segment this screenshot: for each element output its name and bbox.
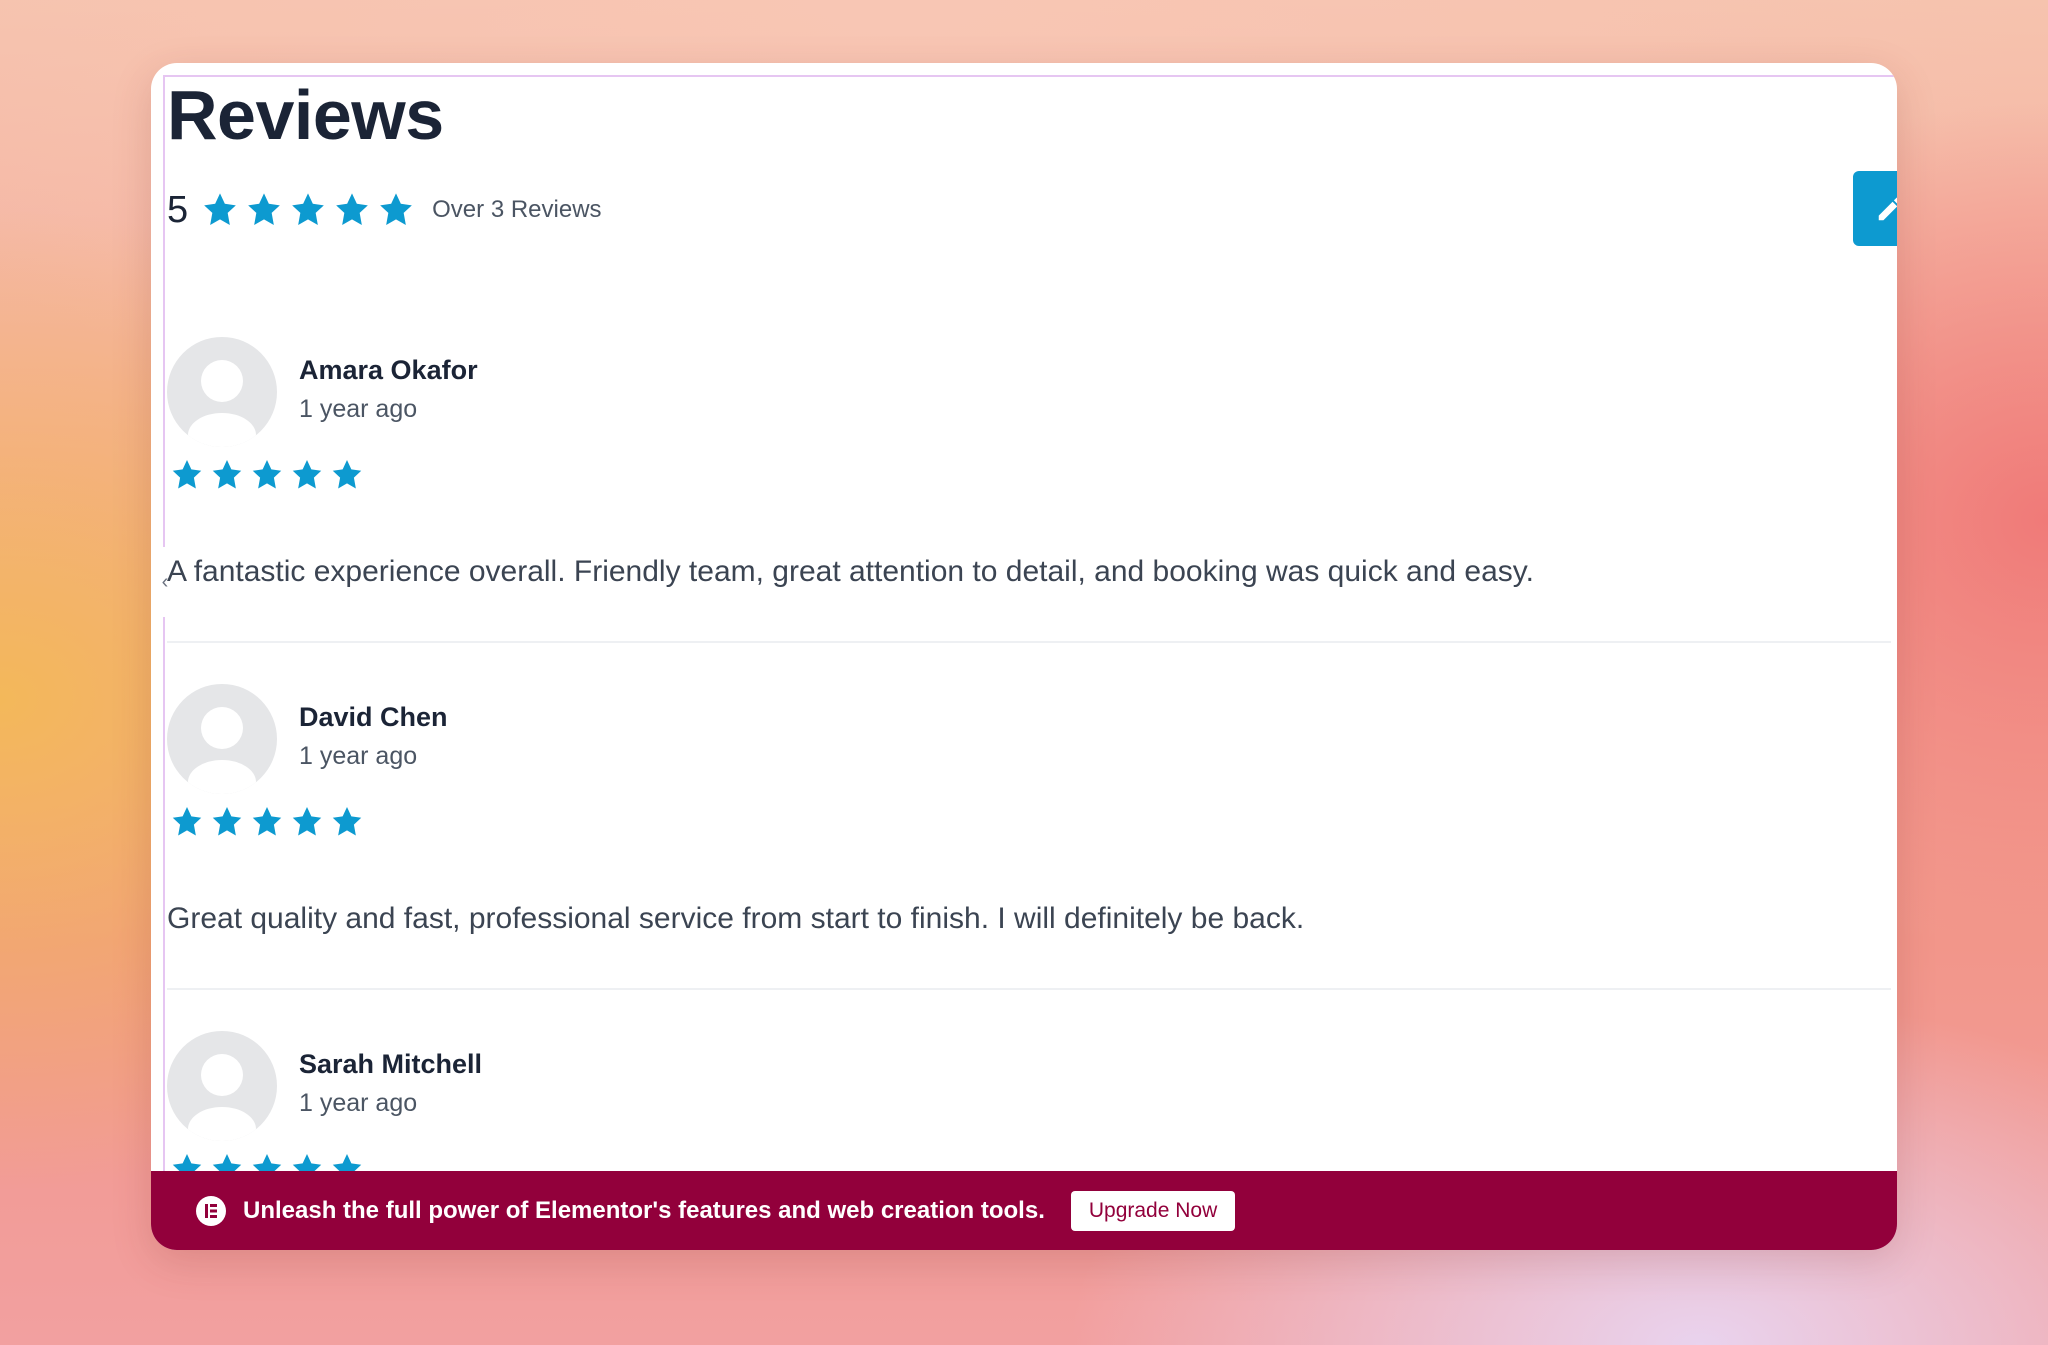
- star-icon: [248, 193, 280, 225]
- upgrade-now-button[interactable]: Upgrade Now: [1070, 1190, 1236, 1231]
- edit-button[interactable]: [1853, 171, 1897, 246]
- review-date: 1 year ago: [299, 395, 418, 423]
- editor-outline-left: [163, 75, 165, 1185]
- rating-summary: 5 Over 3 Reviews: [167, 175, 602, 245]
- average-stars: [200, 190, 416, 230]
- reviewer-name: Amara Okafor: [299, 355, 478, 385]
- star-icon: [172, 807, 202, 836]
- review-stars: [169, 457, 365, 493]
- upgrade-promo-bar: Unleash the full power of Elementor's fe…: [151, 1171, 1897, 1250]
- reviewer-name: Sarah Mitchell: [299, 1049, 483, 1079]
- review-item: Amara Okafor 1 year ago A fantastic expe…: [167, 295, 1891, 643]
- star-icon: [332, 460, 362, 489]
- star-icon: [172, 460, 202, 489]
- star-icon: [252, 460, 282, 489]
- star-icon: [332, 807, 362, 836]
- star-icon: [336, 193, 368, 225]
- review-item: David Chen 1 year ago Great quality and …: [167, 642, 1891, 990]
- review-stars: [169, 804, 365, 840]
- review-date: 1 year ago: [299, 742, 418, 770]
- user-avatar-icon: [167, 684, 277, 794]
- elementor-icon: [196, 1195, 226, 1226]
- pencil-icon: [1878, 197, 1897, 220]
- star-icon: [212, 807, 242, 836]
- average-rating: 5: [167, 188, 189, 231]
- user-avatar-icon: [167, 337, 277, 447]
- review-text: Great quality and fast, professional ser…: [167, 902, 1305, 935]
- star-icon: [252, 807, 282, 836]
- star-icon: [292, 807, 322, 836]
- review-text: A fantastic experience overall. Friendly…: [167, 555, 1534, 588]
- review-count: Over 3 Reviews: [432, 196, 602, 223]
- review-date: 1 year ago: [299, 1089, 418, 1117]
- reviews-widget-window: ‹ Reviews 5 Over 3 Reviews Amara Okafor …: [151, 63, 1897, 1250]
- star-icon: [380, 193, 412, 225]
- star-icon: [204, 193, 236, 225]
- star-icon: [292, 193, 324, 225]
- reviewer-name: David Chen: [299, 702, 448, 732]
- user-avatar-icon: [167, 1031, 277, 1141]
- star-icon: [212, 460, 242, 489]
- page-title: Reviews: [167, 76, 444, 154]
- promo-message: Unleash the full power of Elementor's fe…: [243, 1196, 1045, 1224]
- star-icon: [292, 460, 322, 489]
